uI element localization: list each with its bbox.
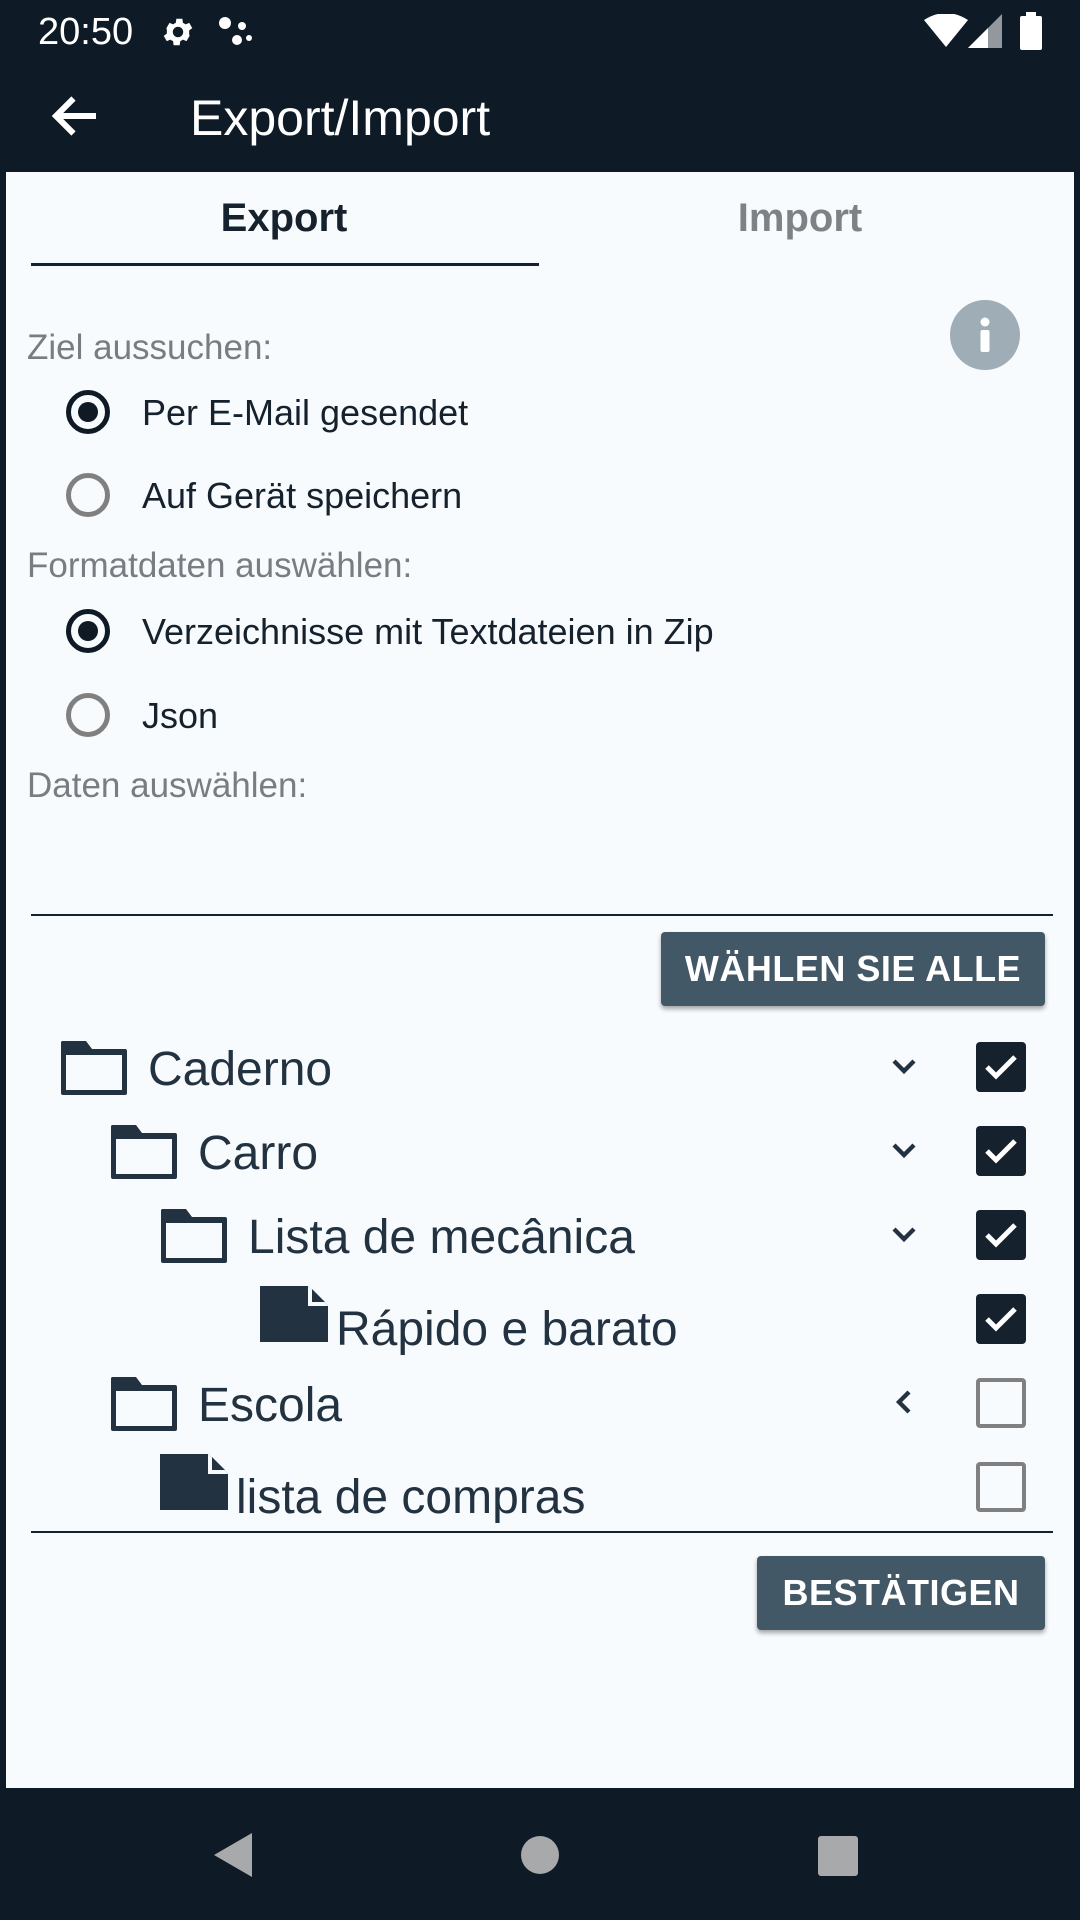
app-bar: Export/Import [0,64,1080,172]
battery-icon [1020,12,1042,55]
folder-icon [58,1038,130,1103]
checkbox-unchecked[interactable] [976,1378,1026,1428]
signal-icon [968,14,1002,53]
tree-item-escola[interactable]: Escola [6,1368,1074,1448]
wifi-icon [924,13,968,53]
radio-zip-label: Verzeichnisse mit Textdateien in Zip [142,611,714,652]
radio-button[interactable] [66,693,110,737]
radio-device-label: Auf Gerät speichern [142,475,463,516]
tree-item-label: Rápido e barato [336,1303,678,1356]
divider [31,914,1053,916]
radio-button[interactable] [66,390,110,434]
radio-json-label: Json [142,695,219,736]
arrow-left-icon[interactable] [46,86,106,146]
tree-item-carro[interactable]: Carro [6,1116,1074,1196]
radio-button[interactable] [66,609,110,653]
tab-import[interactable]: Import [546,194,1054,284]
tree-item-label: Lista de mecânica [248,1211,635,1264]
divider [31,1531,1053,1533]
tree-item-label: Escola [198,1379,343,1432]
radio-email-label: Per E-Mail gesendet [142,392,469,433]
page-title: Export/Import [190,90,491,146]
checkbox-checked[interactable] [976,1042,1026,1092]
export-panel: Export Import Ziel aussuchen: Per E-Mail… [6,172,1074,1788]
checkbox-unchecked[interactable] [976,1462,1026,1512]
nav-recents-icon[interactable] [818,1836,858,1881]
nav-home-icon[interactable] [520,1835,560,1880]
folder-icon [158,1206,230,1271]
confirm-button[interactable]: BESTÄTIGEN [757,1556,1045,1630]
tree-item-rapido-e-barato[interactable]: Rápido e barato [6,1284,1074,1364]
tree-item-label: Carro [198,1127,319,1180]
data-label: Daten auswählen: [27,766,308,805]
nav-back-icon[interactable] [212,1831,256,1884]
format-label: Formatdaten auswählen: [27,546,413,585]
info-icon[interactable] [950,300,1020,370]
folder-icon [108,1374,180,1439]
chevron-down-icon[interactable] [884,1046,924,1086]
checkbox-checked[interactable] [976,1294,1026,1344]
tree-item-label: lista de compras [236,1471,586,1524]
tab-indicator [31,263,539,266]
file-icon [258,1286,330,1349]
tree-item-lista-de-mecanica[interactable]: Lista de mecânica [6,1200,1074,1280]
assistant-dots-icon [216,14,254,55]
select-all-button[interactable]: WÄHLEN SIE ALLE [661,932,1045,1006]
status-bar: 20:50 [0,0,1080,64]
tab-export[interactable]: Export [30,194,538,284]
gear-icon [160,14,196,55]
chevron-left-icon[interactable] [884,1382,924,1422]
system-nav-bar [0,1788,1080,1920]
tree-item-lista-de-compras[interactable]: lista de compras [6,1452,1074,1532]
checkbox-checked[interactable] [976,1210,1026,1260]
status-time: 20:50 [38,11,134,53]
checkbox-checked[interactable] [976,1126,1026,1176]
tree-item-caderno[interactable]: Caderno [6,1032,1074,1112]
tree-item-label: Caderno [148,1043,333,1096]
target-label: Ziel aussuchen: [27,328,273,367]
chevron-down-icon[interactable] [884,1130,924,1170]
chevron-down-icon[interactable] [884,1214,924,1254]
radio-button[interactable] [66,473,110,517]
file-icon [158,1454,230,1517]
folder-icon [108,1122,180,1187]
